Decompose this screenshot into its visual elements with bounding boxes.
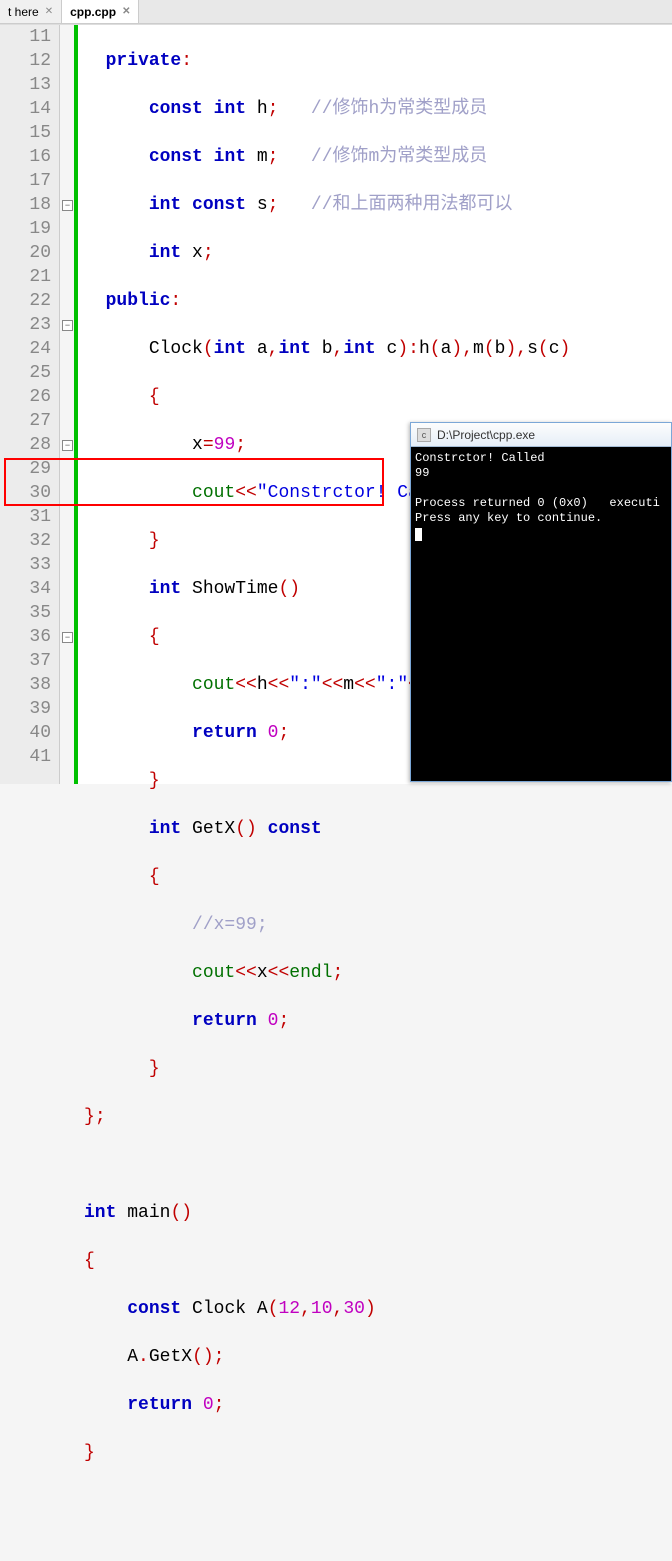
line-number: 16 bbox=[0, 145, 51, 169]
line-number: 30 bbox=[0, 481, 51, 505]
code-line: Clock(int a,int b,int c):h(a),m(b),s(c) bbox=[84, 337, 672, 361]
line-number: 22 bbox=[0, 289, 51, 313]
line-number: 27 bbox=[0, 409, 51, 433]
code-line: int x; bbox=[84, 241, 672, 265]
code-line: { bbox=[84, 865, 672, 889]
line-number: 25 bbox=[0, 361, 51, 385]
code-line: const int m; //修饰m为常类型成员 bbox=[84, 145, 672, 169]
line-number: 17 bbox=[0, 169, 51, 193]
code-line: } bbox=[84, 1057, 672, 1081]
console-title-text: D:\Project\cpp.exe bbox=[437, 428, 535, 442]
code-line: { bbox=[84, 1249, 672, 1273]
fold-margin: − − − − bbox=[60, 25, 78, 784]
line-number: 29 bbox=[0, 457, 51, 481]
line-number: 12 bbox=[0, 49, 51, 73]
console-output: Constrctor! Called 99 Process returned 0… bbox=[411, 447, 671, 545]
fold-toggle-icon[interactable]: − bbox=[62, 320, 73, 331]
code-line: { bbox=[84, 385, 672, 409]
line-number: 15 bbox=[0, 121, 51, 145]
code-line: return 0; bbox=[84, 1009, 672, 1033]
line-number-gutter: 11 12 13 14 15 16 17 18 19 20 21 22 23 2… bbox=[0, 25, 60, 784]
code-line bbox=[84, 1489, 672, 1513]
line-number: 18 bbox=[0, 193, 51, 217]
line-number: 21 bbox=[0, 265, 51, 289]
line-number: 20 bbox=[0, 241, 51, 265]
line-number: 14 bbox=[0, 97, 51, 121]
console-titlebar[interactable]: c D:\Project\cpp.exe bbox=[411, 423, 671, 447]
line-number: 23 bbox=[0, 313, 51, 337]
line-number: 35 bbox=[0, 601, 51, 625]
fold-toggle-icon[interactable]: − bbox=[62, 200, 73, 211]
line-number: 13 bbox=[0, 73, 51, 97]
code-line: } bbox=[84, 1441, 672, 1465]
line-number: 31 bbox=[0, 505, 51, 529]
code-line: private: bbox=[84, 49, 672, 73]
code-line: cout<<x<<endl; bbox=[84, 961, 672, 985]
code-line: int const s; //和上面两种用法都可以 bbox=[84, 193, 672, 217]
tab-left-partial[interactable]: t here ✕ bbox=[0, 0, 62, 23]
line-number: 32 bbox=[0, 529, 51, 553]
line-number: 33 bbox=[0, 553, 51, 577]
code-line bbox=[84, 1153, 672, 1177]
line-number: 11 bbox=[0, 25, 51, 49]
code-line: const Clock A(12,10,30) bbox=[84, 1297, 672, 1321]
console-window[interactable]: c D:\Project\cpp.exe Constrctor! Called … bbox=[410, 422, 672, 782]
line-number: 37 bbox=[0, 649, 51, 673]
line-number: 41 bbox=[0, 745, 51, 769]
code-line: int GetX() const bbox=[84, 817, 672, 841]
line-number: 40 bbox=[0, 721, 51, 745]
line-number: 36 bbox=[0, 625, 51, 649]
console-app-icon: c bbox=[417, 428, 431, 442]
code-line: }; bbox=[84, 1105, 672, 1129]
tab-label: t here bbox=[8, 5, 39, 19]
line-number: 26 bbox=[0, 385, 51, 409]
line-number: 38 bbox=[0, 673, 51, 697]
line-number: 19 bbox=[0, 217, 51, 241]
fold-toggle-icon[interactable]: − bbox=[62, 632, 73, 643]
line-number: 28 bbox=[0, 433, 51, 457]
code-line: A.GetX(); bbox=[84, 1345, 672, 1369]
close-icon[interactable]: ✕ bbox=[122, 6, 130, 17]
tab-cpp-active[interactable]: cpp.cpp ✕ bbox=[62, 0, 139, 23]
code-line: const int h; //修饰h为常类型成员 bbox=[84, 97, 672, 121]
close-icon[interactable]: ✕ bbox=[45, 6, 53, 17]
fold-toggle-icon[interactable]: − bbox=[62, 440, 73, 451]
tab-label: cpp.cpp bbox=[70, 5, 116, 19]
line-number: 24 bbox=[0, 337, 51, 361]
console-cursor bbox=[415, 528, 422, 541]
line-number: 34 bbox=[0, 577, 51, 601]
line-number: 39 bbox=[0, 697, 51, 721]
tab-bar: t here ✕ cpp.cpp ✕ bbox=[0, 0, 672, 24]
code-line: int main() bbox=[84, 1201, 672, 1225]
code-line: //x=99; bbox=[84, 913, 672, 937]
code-line: public: bbox=[84, 289, 672, 313]
code-line: return 0; bbox=[84, 1393, 672, 1417]
